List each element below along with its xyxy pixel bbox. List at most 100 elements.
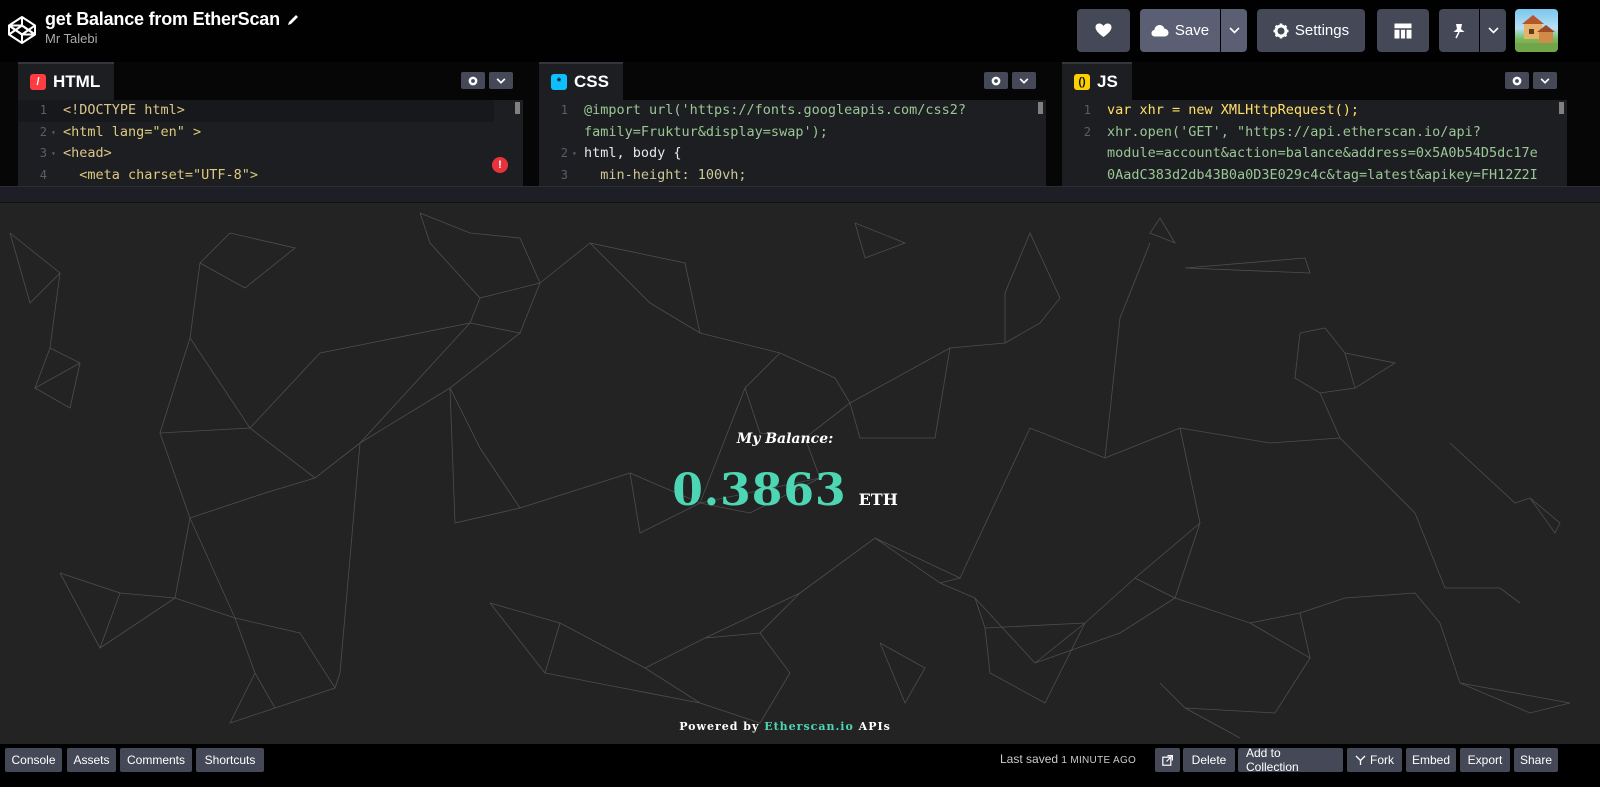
code-text: <meta charset="UTF-8"> xyxy=(63,166,259,183)
share-button[interactable]: Share xyxy=(1514,748,1558,772)
fold-marker xyxy=(1095,165,1107,187)
line-number: 2 xyxy=(560,146,568,160)
user-avatar[interactable] xyxy=(1515,9,1558,52)
assets-button[interactable]: Assets xyxy=(67,748,116,772)
shortcuts-button[interactable]: Shortcuts xyxy=(196,748,264,772)
export-button[interactable]: Export xyxy=(1460,748,1510,772)
fork-button[interactable]: Fork xyxy=(1347,748,1402,772)
result-preview: My Balance: 0.3863 ETH Powered by Ethers… xyxy=(0,203,1600,744)
layout-grid-icon xyxy=(1394,23,1412,38)
code-line: 1 @import url('https://fonts.googleapis.c… xyxy=(539,100,1046,122)
fork-label: Fork xyxy=(1370,753,1394,767)
pin-icon xyxy=(1453,23,1465,38)
js-collapse-button[interactable] xyxy=(1533,72,1557,89)
gear-icon xyxy=(1512,76,1522,85)
pen-title-text[interactable]: get Balance from EtherScan xyxy=(45,9,280,30)
embed-button[interactable]: Embed xyxy=(1406,748,1456,772)
balance-unit: ETH xyxy=(858,490,898,509)
avatar-image-icon xyxy=(1515,15,1558,52)
code-line: module=account&action=balance&address=0x… xyxy=(1062,143,1567,165)
css-settings-button[interactable] xyxy=(984,72,1008,89)
css-editor-pane: * CSS 1 @import url('https://fonts.google… xyxy=(539,62,1046,186)
editor-scrollbar[interactable] xyxy=(1559,102,1564,114)
html-settings-button[interactable] xyxy=(461,72,485,89)
css-asterisk-icon: * xyxy=(551,74,567,90)
add-to-collection-button[interactable]: Add to Collection xyxy=(1238,746,1343,774)
code-text: <html lang="en" > xyxy=(63,123,202,140)
js-editor-tab[interactable]: () JS xyxy=(1062,62,1132,100)
code-line: family=Fruktur&display=swap'); xyxy=(539,122,1046,144)
code-text: module=account&action=balance&address=0x… xyxy=(1107,145,1538,161)
js-braces-icon: () xyxy=(1074,74,1090,90)
balance-value: 0.3863 xyxy=(672,465,847,516)
love-button[interactable] xyxy=(1077,9,1130,52)
line-number: 4 xyxy=(39,167,47,182)
pen-author[interactable]: Mr Talebi xyxy=(45,31,300,46)
code-line: 3 ▾ <head> xyxy=(18,143,523,165)
pin-button[interactable] xyxy=(1439,9,1479,52)
pencil-icon[interactable] xyxy=(286,13,300,27)
powered-suffix: APIs xyxy=(853,720,891,733)
balance-label: My Balance: xyxy=(736,431,834,447)
line-number: 3 xyxy=(560,167,568,182)
error-icon[interactable]: ! xyxy=(492,157,508,173)
cloud-icon xyxy=(1151,25,1169,37)
editor-resize-handle[interactable] xyxy=(0,186,1600,203)
line-number: 2 xyxy=(1083,124,1091,139)
line-number: 1 xyxy=(39,103,47,117)
fold-marker: ▾ xyxy=(51,127,56,137)
code-text: html, body { xyxy=(584,145,682,161)
comments-button[interactable]: Comments xyxy=(120,748,192,772)
js-editor-controls xyxy=(1505,72,1557,89)
codepen-logo-icon[interactable] xyxy=(7,15,37,45)
css-code[interactable]: 1 @import url('https://fonts.googleapis.c… xyxy=(539,100,1046,186)
html-code[interactable]: 1 <!DOCTYPE html> 2 ▾ <html lang="en" > 3 ▾ <… xyxy=(18,100,523,186)
powered-prefix: Powered by xyxy=(679,720,765,733)
pen-title[interactable]: get Balance from EtherScan xyxy=(45,9,300,30)
pinned-items-button[interactable] xyxy=(1480,9,1506,52)
line-number: 2 xyxy=(39,124,47,139)
settings-button[interactable]: Settings xyxy=(1257,9,1365,52)
code-line: 1 var xhr = new XMLHttpRequest(); xyxy=(1062,100,1567,122)
code-text: <head> xyxy=(63,145,112,161)
html-editor-controls xyxy=(461,72,513,89)
chevron-down-icon xyxy=(1540,77,1550,84)
css-tab-label: CSS xyxy=(574,72,609,91)
bottom-bar: Console Assets Comments Shortcuts Last s… xyxy=(0,744,1600,787)
external-link-icon xyxy=(1162,754,1173,766)
editor-scrollbar[interactable] xyxy=(1038,102,1043,114)
js-settings-button[interactable] xyxy=(1505,72,1529,89)
save-options-button[interactable] xyxy=(1221,9,1247,52)
js-code[interactable]: 1 var xhr = new XMLHttpRequest(); 2 xhr.op… xyxy=(1062,100,1567,186)
console-button[interactable]: Console xyxy=(5,748,62,772)
delete-button[interactable]: Delete xyxy=(1183,748,1235,772)
code-line: 2 ▾ <html lang="en" > xyxy=(18,122,523,144)
gear-icon xyxy=(991,76,1001,85)
save-button[interactable]: Save xyxy=(1140,9,1220,52)
line-number: 3 xyxy=(39,146,47,160)
gear-icon xyxy=(1273,23,1289,38)
html-collapse-button[interactable] xyxy=(489,72,513,89)
etherscan-link[interactable]: Etherscan.io xyxy=(764,720,854,733)
code-line: 3 min-height: 100vh; xyxy=(539,165,1046,187)
css-collapse-button[interactable] xyxy=(1012,72,1036,89)
html-tab-label: HTML xyxy=(53,72,101,91)
css-editor-tab[interactable]: * CSS xyxy=(539,62,623,100)
fold-marker xyxy=(572,165,584,187)
fold-marker xyxy=(1095,122,1107,144)
chevron-down-icon xyxy=(496,77,506,84)
fold-marker xyxy=(572,100,584,122)
pen-title-block: get Balance from EtherScan Mr Talebi xyxy=(45,9,300,46)
chevron-down-icon xyxy=(1487,27,1499,34)
code-text: xhr.open('GET', "https://api.etherscan.i… xyxy=(1107,123,1481,140)
html-slash-icon: / xyxy=(30,74,46,90)
change-view-button[interactable] xyxy=(1377,9,1429,52)
open-in-new-window-button[interactable] xyxy=(1155,748,1180,772)
html-editor-tab[interactable]: / HTML xyxy=(18,62,115,100)
fold-marker: ▾ xyxy=(51,149,56,158)
fold-marker xyxy=(572,122,584,144)
code-text: 0AadC383d2db43B0a0D3E029c4c&tag=latest&a… xyxy=(1107,166,1538,183)
code-line: 1 <!DOCTYPE html> xyxy=(18,100,494,122)
js-tab-label: JS xyxy=(1097,72,1118,91)
editor-scrollbar[interactable] xyxy=(515,102,520,114)
